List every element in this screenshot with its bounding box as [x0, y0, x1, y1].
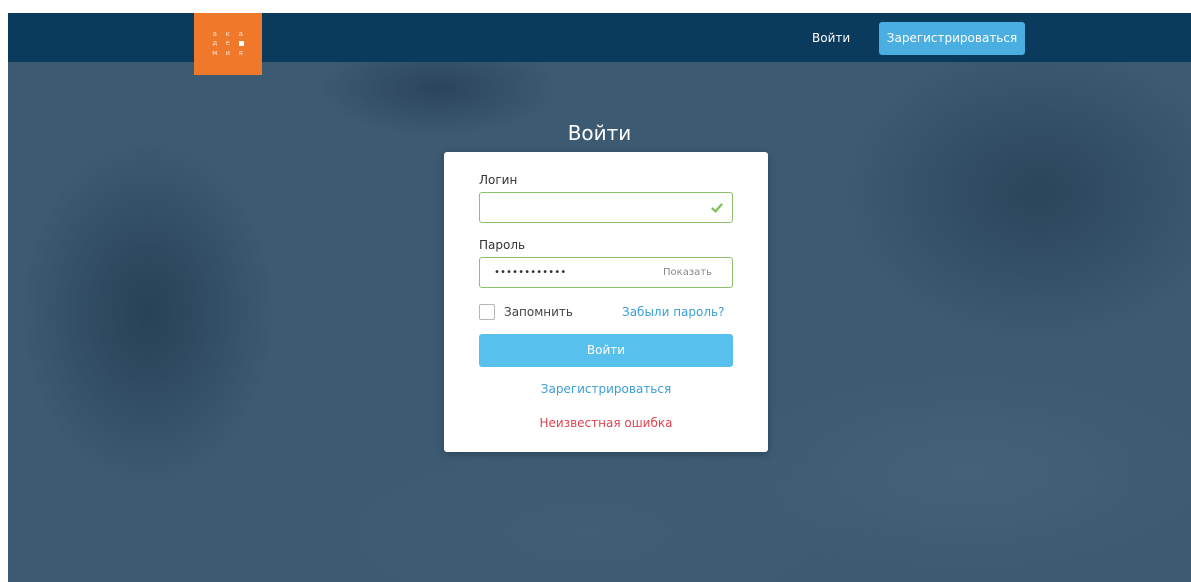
login-label: Логин [479, 173, 518, 187]
login-submit-button[interactable]: Войти [479, 334, 733, 367]
remember-label: Запомнить [504, 305, 573, 319]
page-background: Войти Зарегистрироваться а к а д е м и я… [8, 13, 1191, 582]
logo-row-3: м и я [212, 49, 244, 57]
password-input[interactable]: •••••••••••• Показать [479, 257, 733, 288]
check-icon [711, 203, 723, 213]
logo-row-1: а к а [212, 30, 244, 38]
password-label: Пароль [479, 238, 526, 252]
login-input[interactable] [479, 192, 733, 223]
remember-checkbox[interactable] [479, 304, 495, 320]
logo-square-icon [238, 41, 244, 46]
register-link[interactable]: Зарегистрироваться [444, 382, 768, 396]
show-password-toggle[interactable]: Показать [663, 267, 712, 278]
header-register-button[interactable]: Зарегистрироваться [879, 22, 1025, 55]
top-navigation-bar: Войти Зарегистрироваться [8, 13, 1191, 62]
forgot-password-link[interactable]: Забыли пароль? [622, 304, 724, 320]
login-form-card: Логин Пароль •••••••••••• Показать Запом… [444, 152, 768, 452]
page-title: Войти [567, 121, 632, 145]
error-message: Неизвестная ошибка [539, 416, 673, 430]
logo-row-2: д е [212, 39, 245, 49]
academy-logo[interactable]: а к а д е м и я [194, 13, 262, 75]
header-login-link[interactable]: Войти [804, 24, 858, 52]
password-value: •••••••••••• [494, 267, 567, 278]
